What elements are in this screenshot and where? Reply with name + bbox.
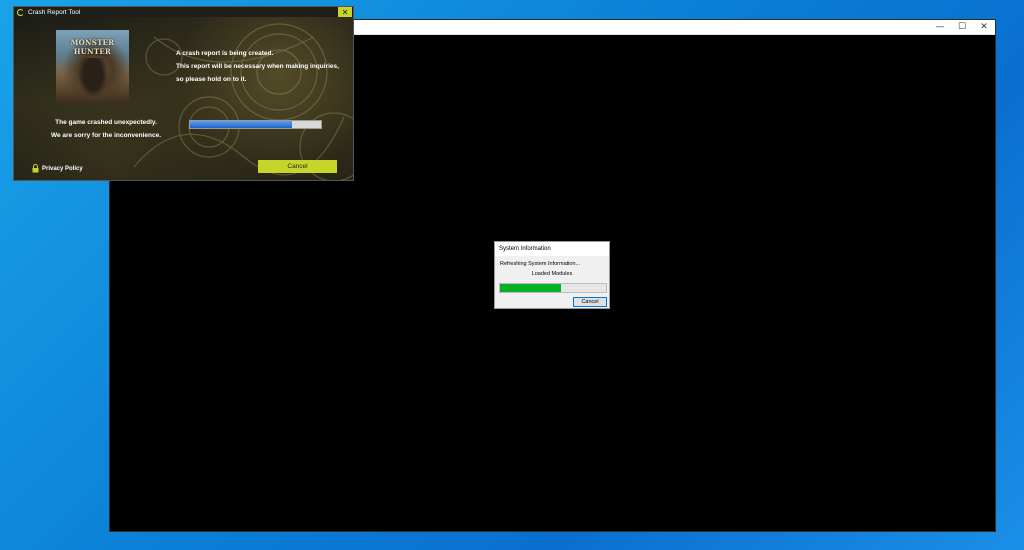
system-information-titlebar[interactable]: System Information: [495, 242, 609, 256]
crash-report-window: Crash Report Tool ✕ MONSTER HUNTER A cra…: [13, 6, 354, 181]
crash-message-line: so please hold on to it.: [176, 76, 247, 83]
game-cover-image: MONSTER HUNTER: [56, 30, 129, 103]
crash-message-line: This report will be necessary when makin…: [176, 63, 339, 70]
system-information-progress-bar: [499, 283, 607, 293]
privacy-policy-link[interactable]: Privacy Policy: [32, 164, 83, 173]
crash-report-progress-fill: [190, 121, 293, 128]
system-information-status: Refreshing System Information...: [500, 261, 581, 267]
game-cover-logo: MONSTER HUNTER: [70, 38, 115, 56]
lock-icon: [32, 164, 39, 173]
minimize-button[interactable]: —: [929, 20, 951, 34]
crash-report-progress-bar: [189, 120, 322, 129]
crash-window-titlebar[interactable]: Crash Report Tool ✕: [14, 7, 353, 17]
crash-message-line: A crash report is being created.: [176, 50, 274, 57]
privacy-policy-label: Privacy Policy: [42, 165, 83, 172]
system-information-dialog: System Information Refreshing System Inf…: [494, 241, 610, 309]
game-window-controls: — ☐ ✕: [929, 20, 995, 34]
system-information-title: System Information: [499, 246, 551, 252]
crash-apology-message: The game crashed unexpectedly. We are so…: [28, 116, 184, 142]
crash-apology-line: The game crashed unexpectedly.: [55, 119, 157, 126]
maximize-button[interactable]: ☐: [951, 20, 973, 34]
system-information-detail: Loaded Modules: [531, 271, 573, 277]
cover-figure: [78, 58, 108, 98]
system-information-cancel-button[interactable]: Cancel: [573, 297, 607, 307]
system-information-progress-fill: [500, 284, 562, 292]
crash-report-message: A crash report is being created. This re…: [176, 47, 353, 86]
crash-apology-line: We are sorry for the inconvenience.: [50, 132, 162, 139]
crash-window-title: Crash Report Tool: [28, 8, 81, 16]
close-button[interactable]: ✕: [973, 20, 995, 34]
app-logo-icon: [17, 8, 24, 16]
crash-window-close-button[interactable]: ✕: [338, 7, 352, 17]
crash-cancel-button[interactable]: Cancel: [258, 160, 337, 173]
